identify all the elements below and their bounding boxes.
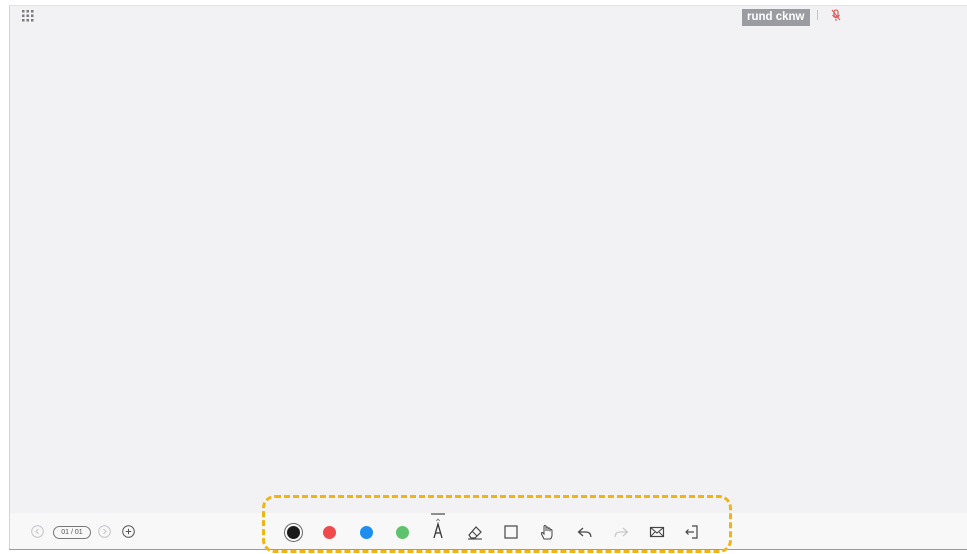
pen-icon[interactable] [430, 512, 446, 540]
next-page-icon[interactable] [98, 525, 111, 538]
prev-page-icon[interactable] [31, 525, 44, 538]
color-black-swatch[interactable] [287, 526, 300, 539]
apps-grid-icon[interactable] [22, 10, 34, 22]
rectangle-icon[interactable] [502, 523, 520, 541]
color-blue-swatch[interactable] [360, 526, 373, 539]
exit-icon[interactable] [683, 523, 701, 541]
email-icon[interactable] [648, 523, 666, 541]
page-indicator: 01 / 01 [53, 526, 91, 539]
header-divider [817, 10, 818, 20]
undo-icon[interactable] [576, 523, 594, 541]
whiteboard-canvas[interactable] [9, 5, 967, 550]
bottom-toolbar [10, 513, 967, 549]
mic-muted-icon[interactable] [831, 9, 841, 22]
redo-icon[interactable] [612, 523, 630, 541]
add-page-icon[interactable] [122, 525, 135, 538]
color-red-swatch[interactable] [323, 526, 336, 539]
color-green-swatch[interactable] [396, 526, 409, 539]
hand-pan-icon[interactable] [538, 523, 556, 541]
eraser-icon[interactable] [466, 523, 484, 541]
user-name-badge: rund cknw [742, 9, 810, 26]
